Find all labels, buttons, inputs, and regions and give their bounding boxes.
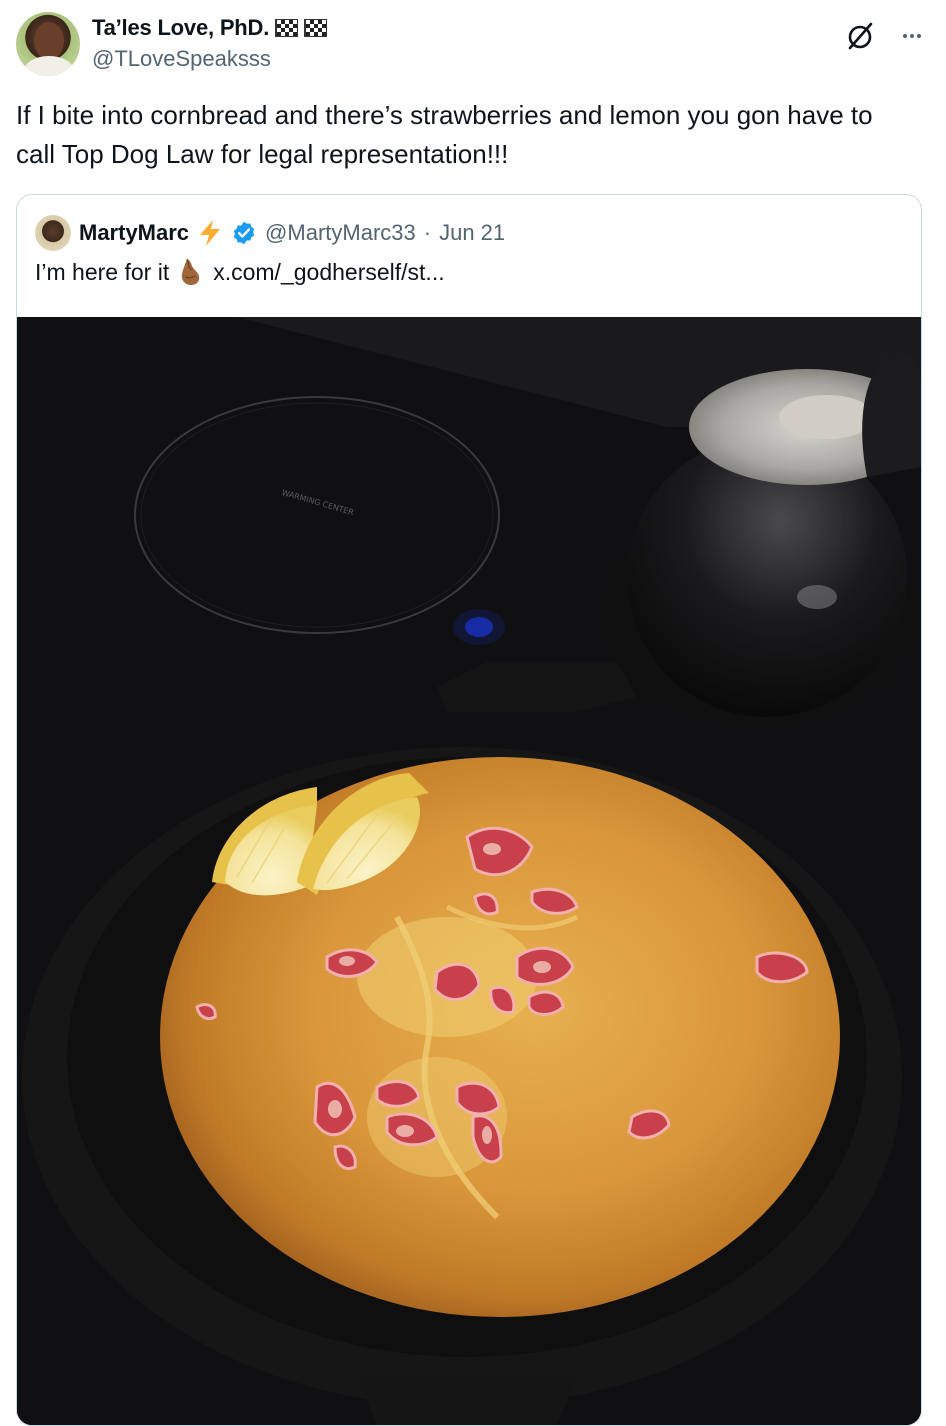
verified-badge-icon [233, 221, 255, 245]
author-handle[interactable]: @TLoveSpeaksss [92, 46, 271, 72]
pinched-fingers-icon [182, 258, 200, 285]
author-name-row: Ta’les Love, PhD. [92, 14, 328, 42]
author-display-name[interactable]: Ta’les Love, PhD. [92, 15, 269, 41]
quoted-tweet-photo[interactable]: WARMING CENTER [17, 317, 921, 1425]
tweet: Ta’les Love, PhD. @TLoveSpeaksss If I bi… [0, 0, 946, 1426]
date-separator: · [423, 220, 432, 245]
quoted-author-avatar[interactable] [35, 215, 71, 251]
tweet-text: If I bite into cornbread and there’s str… [16, 100, 873, 169]
quoted-author-handle[interactable]: @MartyMarc33 [265, 220, 416, 246]
quoted-author-display-name[interactable]: MartyMarc [79, 220, 189, 246]
grok-icon[interactable] [842, 18, 878, 54]
quoted-tweet-link[interactable]: x.com/_godherself/st... [213, 257, 444, 287]
lightning-bolt-icon [200, 220, 221, 246]
quoted-tweet[interactable]: MartyMarc @MartyMarc33 · Jun 21 I’m here… [16, 194, 922, 1426]
author-avatar[interactable] [16, 12, 80, 76]
chequered-flag-icon [275, 19, 299, 37]
quoted-tweet-header: MartyMarc @MartyMarc33 · Jun 21 [35, 213, 505, 253]
quoted-tweet-date[interactable]: Jun 21 [439, 220, 505, 246]
chequered-flag-icon [304, 19, 328, 37]
quoted-tweet-text: I’m here for it [35, 259, 170, 285]
more-options-icon[interactable] [894, 18, 930, 54]
cornbread-skillet-photo: WARMING CENTER [17, 317, 921, 1425]
quoted-tweet-text-row: I’m here for it x.com/_godherself/st... [35, 257, 445, 287]
tweet-header: Ta’les Love, PhD. @TLoveSpeaksss [16, 12, 930, 76]
